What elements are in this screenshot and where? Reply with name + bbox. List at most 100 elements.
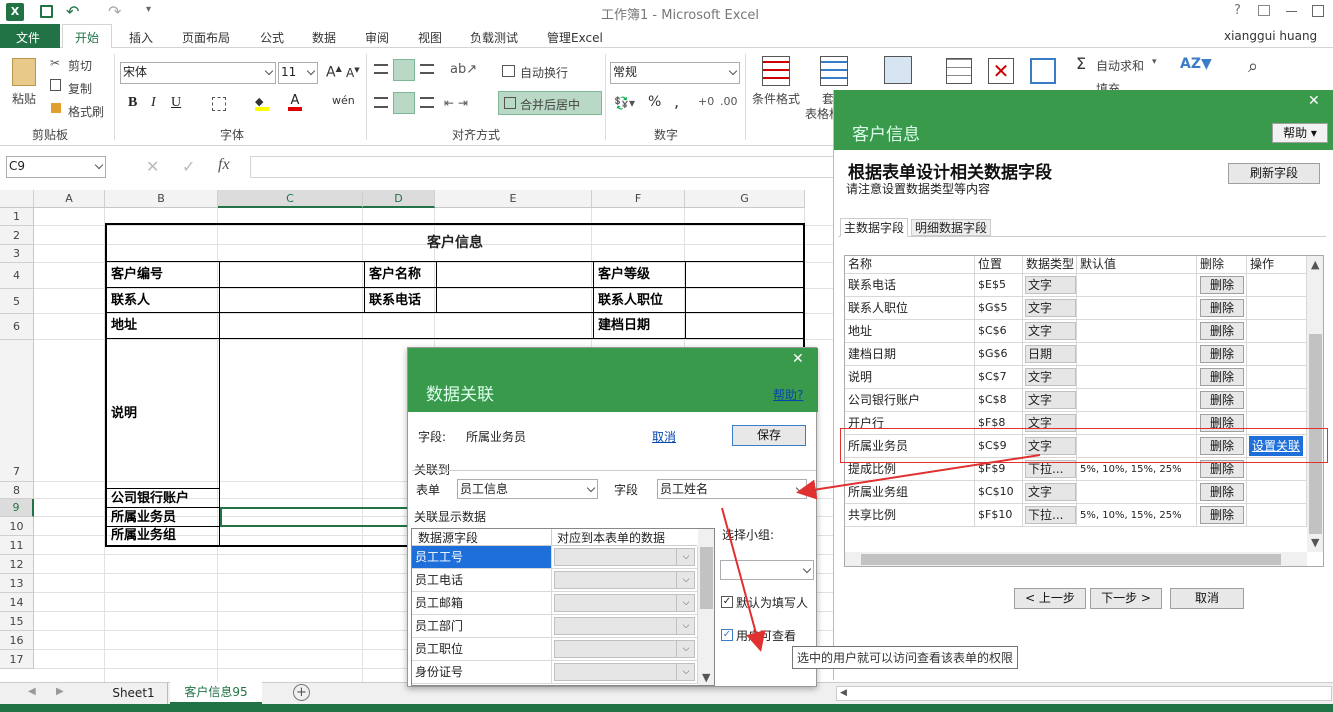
- default-value[interactable]: [1077, 274, 1197, 297]
- column-header-f[interactable]: F: [592, 190, 685, 208]
- align-center-icon[interactable]: [393, 92, 415, 114]
- default-value[interactable]: [1077, 389, 1197, 412]
- wrap-text-button[interactable]: 自动换行: [520, 64, 568, 81]
- target-select[interactable]: [554, 594, 695, 612]
- scroll-up-icon[interactable]: ▲: [1311, 258, 1319, 271]
- label-contact-phone[interactable]: 联系电话: [365, 288, 437, 313]
- tab-view[interactable]: 视图: [418, 29, 442, 46]
- prev-sheet-icon[interactable]: ◀: [28, 686, 36, 697]
- font-name-select[interactable]: 宋体: [120, 62, 276, 84]
- indent-icon[interactable]: ⇤ ⇥: [444, 96, 468, 110]
- close-icon[interactable]: ✕: [1308, 93, 1320, 109]
- format-painter-button[interactable]: 格式刷: [68, 103, 104, 120]
- form-title[interactable]: 客户信息: [107, 225, 803, 262]
- tab-manage-excel[interactable]: 管理Excel: [547, 29, 603, 46]
- dialog-close-icon[interactable]: ✕: [792, 351, 804, 367]
- font-color-icon[interactable]: A: [288, 93, 302, 111]
- dropdown-icon[interactable]: ⌵: [676, 640, 695, 658]
- percent-button[interactable]: %: [648, 94, 661, 110]
- row-header-7[interactable]: 7: [0, 340, 34, 482]
- copy-icon[interactable]: [50, 79, 61, 91]
- align-top-icon[interactable]: [374, 64, 388, 74]
- ribbon-display-icon[interactable]: [1258, 5, 1270, 16]
- delete-button[interactable]: 删除: [1200, 391, 1244, 409]
- row-header-16[interactable]: 16: [0, 631, 34, 650]
- tab-main-fields[interactable]: 主数据字段: [840, 218, 908, 237]
- decrease-decimal-icon[interactable]: .00: [720, 95, 738, 108]
- type-select[interactable]: 文字⌵: [1023, 274, 1077, 297]
- row-header-2[interactable]: 2: [0, 226, 34, 245]
- corner-select-all[interactable]: [0, 190, 34, 208]
- dropdown-icon[interactable]: ⌵: [676, 548, 695, 566]
- label-customer-level[interactable]: 客户等级: [594, 262, 686, 288]
- next-step-button[interactable]: 下一步 >: [1090, 588, 1162, 609]
- default-value[interactable]: [1077, 320, 1197, 343]
- hscroll-thumb[interactable]: [861, 554, 1281, 565]
- underline-button[interactable]: U: [171, 95, 181, 111]
- field2-select[interactable]: 员工姓名: [657, 479, 807, 499]
- add-sheet-icon[interactable]: +: [293, 684, 310, 701]
- target-select[interactable]: [554, 640, 695, 658]
- default-filler-checkbox[interactable]: ✓: [721, 596, 733, 608]
- scroll-down-icon[interactable]: ▼: [1311, 536, 1319, 549]
- table-format-icon[interactable]: [820, 56, 848, 86]
- group-select[interactable]: [720, 560, 814, 580]
- tab-insert[interactable]: 插入: [129, 29, 153, 46]
- form-select[interactable]: 员工信息: [457, 479, 598, 499]
- column-header-b[interactable]: B: [105, 190, 218, 208]
- file-tab[interactable]: 文件: [0, 24, 60, 48]
- refresh-fields-button[interactable]: 刷新字段: [1228, 163, 1320, 184]
- tab-review[interactable]: 审阅: [365, 29, 389, 46]
- column-header-c[interactable]: C: [218, 190, 363, 208]
- tab-detail-fields[interactable]: 明细数据字段: [911, 219, 991, 236]
- dropdown-icon[interactable]: ⌵: [676, 571, 695, 589]
- maximize-icon[interactable]: [1312, 5, 1324, 17]
- insert-cells-icon[interactable]: [946, 58, 972, 84]
- column-header-a[interactable]: A: [34, 190, 105, 208]
- align-left-icon[interactable]: [374, 97, 388, 108]
- label-customer-id[interactable]: 客户编号: [107, 262, 220, 288]
- delete-button[interactable]: 删除: [1200, 483, 1244, 501]
- label-customer-name[interactable]: 客户名称: [365, 262, 437, 288]
- row-header-13[interactable]: 13: [0, 574, 34, 593]
- dialog-help-link[interactable]: 帮助?: [773, 386, 803, 403]
- enter-entry-icon[interactable]: ✓: [182, 157, 195, 176]
- wrap-text-icon[interactable]: [502, 65, 515, 77]
- align-right-icon[interactable]: [420, 97, 434, 108]
- row-header-4[interactable]: 4: [0, 263, 34, 289]
- default-value[interactable]: [1077, 366, 1197, 389]
- source-field-item[interactable]: 员工邮箱: [412, 592, 552, 615]
- help-dropdown[interactable]: 帮助 ▾: [1272, 123, 1328, 143]
- cancel-button[interactable]: 取消: [1170, 588, 1244, 609]
- paste-button[interactable]: 粘贴: [12, 90, 36, 107]
- increase-decimal-icon[interactable]: +0: [698, 95, 714, 108]
- cell-input[interactable]: [220, 262, 365, 288]
- conditional-format-button[interactable]: 条件格式: [752, 90, 800, 107]
- name-box[interactable]: C9: [6, 156, 106, 178]
- row-header-9[interactable]: 9: [0, 499, 34, 517]
- cell-input[interactable]: [220, 288, 365, 313]
- cell-input[interactable]: [437, 288, 594, 313]
- label-description[interactable]: 说明: [107, 339, 220, 489]
- delete-button[interactable]: 删除: [1200, 322, 1244, 340]
- cut-button[interactable]: 剪切: [68, 57, 92, 74]
- default-value[interactable]: 5%, 10%, 15%, 25%: [1077, 504, 1197, 527]
- number-format-select[interactable]: 常规: [610, 62, 740, 84]
- selected-cell-c9[interactable]: [220, 507, 420, 527]
- paste-icon[interactable]: [12, 58, 36, 86]
- fill-button[interactable]: 填充: [1096, 80, 1120, 90]
- dropdown-icon[interactable]: ⌵: [676, 663, 695, 681]
- label-sales-group[interactable]: 所属业务组: [107, 527, 220, 545]
- row-header-11[interactable]: 11: [0, 536, 34, 555]
- row-header-15[interactable]: 15: [0, 612, 34, 631]
- row-header-8[interactable]: 8: [0, 482, 34, 499]
- cell-input[interactable]: [437, 262, 594, 288]
- horizontal-scrollbar[interactable]: [836, 686, 1332, 701]
- source-field-item[interactable]: 员工部门: [412, 615, 552, 638]
- column-header-d[interactable]: D: [363, 190, 435, 208]
- delete-button[interactable]: 删除: [1200, 368, 1244, 386]
- redo-icon[interactable]: ↷: [108, 2, 121, 21]
- orientation-icon[interactable]: ab↗: [450, 62, 477, 77]
- target-select[interactable]: [554, 663, 695, 681]
- row-header-6[interactable]: 6: [0, 314, 34, 340]
